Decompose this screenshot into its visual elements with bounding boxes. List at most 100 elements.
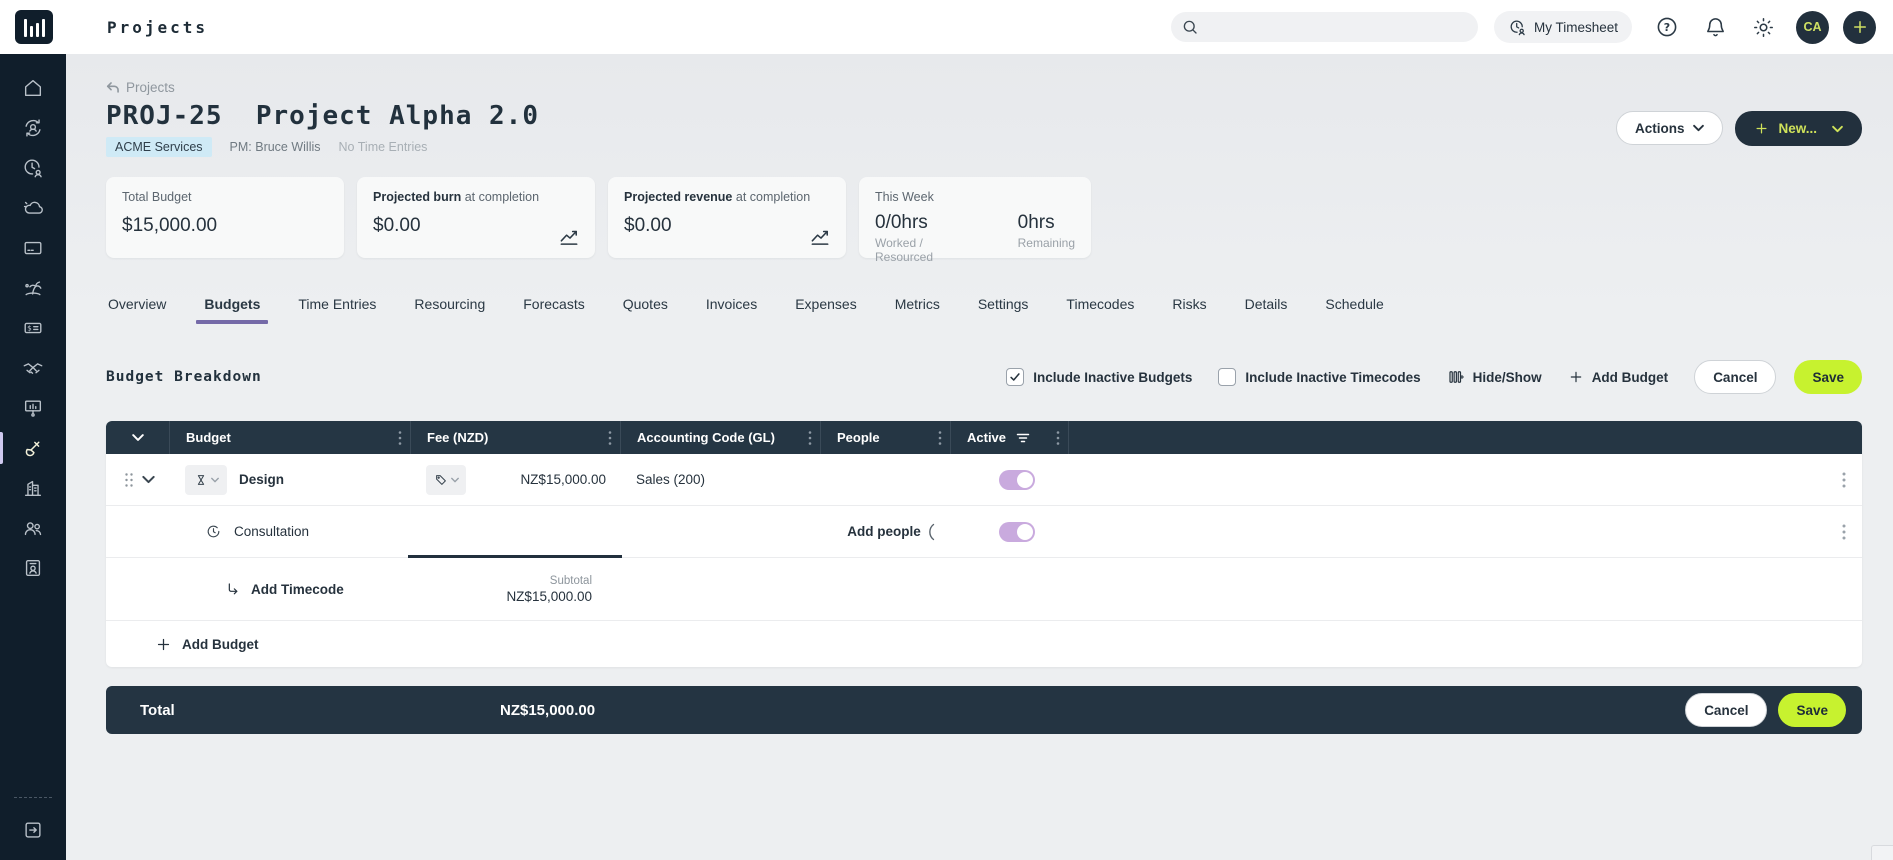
new-button[interactable]: New...: [1735, 111, 1862, 146]
subtotal-row: Add Timecode Subtotal NZ$15,000.00: [106, 558, 1862, 620]
row-menu-icon[interactable]: [1842, 471, 1846, 489]
people-cell[interactable]: [820, 454, 950, 505]
sidebar-item-people[interactable]: [0, 508, 66, 548]
timecode-fee-input[interactable]: [410, 506, 620, 557]
sidebar-item-partners[interactable]: [0, 348, 66, 388]
sidebar-item-reports[interactable]: [0, 388, 66, 428]
checkbox-unchecked: [1218, 368, 1236, 386]
notifications-button[interactable]: [1702, 14, 1728, 40]
remaining-value: 0hrs: [1018, 212, 1075, 234]
trend-chart-icon[interactable]: [809, 225, 832, 248]
add-people-button[interactable]: Add people: [847, 524, 921, 539]
tab-invoices[interactable]: Invoices: [704, 290, 759, 324]
invoice-card-icon: [22, 237, 44, 259]
tab-budgets[interactable]: Budgets: [202, 290, 262, 324]
save-button[interactable]: Save: [1794, 360, 1862, 394]
tab-settings[interactable]: Settings: [976, 290, 1031, 324]
col-header-active[interactable]: Active: [950, 421, 1068, 454]
tab-details[interactable]: Details: [1243, 290, 1290, 324]
drag-handle-icon[interactable]: [124, 472, 134, 488]
budget-fee-value[interactable]: NZ$15,000.00: [520, 472, 606, 487]
add-budget-toolbar-button[interactable]: Add Budget: [1568, 369, 1669, 385]
tab-resourcing[interactable]: Resourcing: [412, 290, 487, 324]
include-inactive-budgets-checkbox[interactable]: Include Inactive Budgets: [1006, 368, 1192, 386]
accounting-code-value[interactable]: Sales (200): [636, 472, 705, 487]
tab-metrics[interactable]: Metrics: [893, 290, 942, 324]
save-button-bottom[interactable]: Save: [1778, 693, 1846, 727]
sidebar-item-home[interactable]: [0, 68, 66, 108]
breadcrumb[interactable]: Projects: [106, 54, 175, 95]
add-timecode-button[interactable]: Add Timecode: [169, 558, 410, 620]
cancel-button-bottom[interactable]: Cancel: [1685, 693, 1767, 727]
projects-shovel-icon: [22, 437, 44, 459]
app-logo[interactable]: [15, 10, 53, 44]
sidebar-item-organisations[interactable]: [0, 468, 66, 508]
sidebar-collapse-button[interactable]: [0, 810, 66, 850]
timecode-name[interactable]: Consultation: [234, 524, 309, 539]
tab-time-entries[interactable]: Time Entries: [296, 290, 378, 324]
tab-timecodes[interactable]: Timecodes: [1064, 290, 1136, 324]
add-budget-row-button[interactable]: Add Budget: [106, 620, 1862, 667]
sidebar-item-leave[interactable]: [0, 268, 66, 308]
main-content: Projects PROJ-25 Project Alpha 2.0 ACME …: [66, 54, 1893, 860]
include-inactive-timecodes-checkbox[interactable]: Include Inactive Timecodes: [1218, 368, 1420, 386]
sidebar-item-forecasts[interactable]: [0, 188, 66, 228]
active-toggle-on[interactable]: [999, 470, 1035, 490]
tab-risks[interactable]: Risks: [1170, 290, 1208, 324]
sidebar-item-projects[interactable]: [0, 428, 66, 468]
col-header-people[interactable]: People: [820, 421, 950, 454]
chevron-down-icon[interactable]: [142, 475, 155, 484]
expand-all-header[interactable]: [106, 421, 169, 454]
chevron-down-icon: [1832, 125, 1843, 133]
total-value: NZ$15,000.00: [500, 702, 595, 719]
tab-forecasts[interactable]: Forecasts: [521, 290, 586, 324]
bell-icon: [1704, 16, 1727, 39]
column-menu-icon[interactable]: [398, 430, 402, 446]
tab-overview[interactable]: Overview: [106, 290, 168, 324]
table-row-budget-design: Design NZ$15,000.00 Sales (200): [106, 454, 1862, 506]
tab-expenses[interactable]: Expenses: [793, 290, 858, 324]
total-budget-card: Total Budget $15,000.00: [106, 177, 344, 258]
sidebar-item-timesheets[interactable]: [0, 148, 66, 188]
column-menu-icon[interactable]: [608, 430, 612, 446]
tab-schedule[interactable]: Schedule: [1323, 290, 1385, 324]
col-header-accounting-code[interactable]: Accounting Code (GL): [620, 421, 820, 454]
search-input[interactable]: [1205, 20, 1468, 35]
budget-type-selector[interactable]: [185, 465, 227, 495]
sidebar-divider: [14, 797, 52, 798]
client-badge[interactable]: ACME Services: [106, 137, 212, 157]
trend-chart-icon[interactable]: [558, 225, 581, 248]
projected-revenue-card: Projected revenue at completion $0.00: [608, 177, 846, 258]
my-timesheet-button[interactable]: My Timesheet: [1494, 11, 1632, 43]
corner-widget[interactable]: [1871, 845, 1893, 860]
gear-icon: [1752, 16, 1775, 39]
col-header-budget[interactable]: Budget: [169, 421, 410, 454]
project-title: PROJ-25 Project Alpha 2.0: [106, 101, 539, 131]
sidebar-item-expenses[interactable]: $: [0, 308, 66, 348]
actions-button[interactable]: Actions: [1616, 111, 1724, 145]
settings-button[interactable]: [1750, 14, 1776, 40]
filter-icon[interactable]: [1016, 432, 1030, 444]
column-menu-icon[interactable]: [1056, 430, 1060, 446]
col-header-fee[interactable]: Fee (NZD): [410, 421, 620, 454]
avatar[interactable]: CA: [1796, 11, 1829, 44]
cancel-button[interactable]: Cancel: [1694, 360, 1776, 394]
clock-icon: [205, 523, 222, 540]
column-menu-icon[interactable]: [938, 430, 942, 446]
active-toggle-on[interactable]: [999, 522, 1035, 542]
quick-add-button[interactable]: [1843, 11, 1876, 44]
budget-name[interactable]: Design: [239, 472, 284, 487]
row-menu-icon[interactable]: [1842, 523, 1846, 541]
global-search[interactable]: [1171, 12, 1478, 42]
loading-spinner-icon: [925, 523, 939, 541]
sidebar-item-resourcing[interactable]: [0, 108, 66, 148]
help-button[interactable]: ?: [1654, 14, 1680, 40]
tab-quotes[interactable]: Quotes: [621, 290, 670, 324]
worked-resourced-value: 0/0hrs: [875, 212, 980, 234]
back-arrow-icon: [106, 81, 120, 94]
hide-show-columns-button[interactable]: Hide/Show: [1447, 368, 1542, 386]
sidebar-item-contacts[interactable]: [0, 548, 66, 588]
sidebar-item-invoices[interactable]: [0, 228, 66, 268]
fee-tag-selector[interactable]: [426, 465, 466, 495]
column-menu-icon[interactable]: [808, 430, 812, 446]
